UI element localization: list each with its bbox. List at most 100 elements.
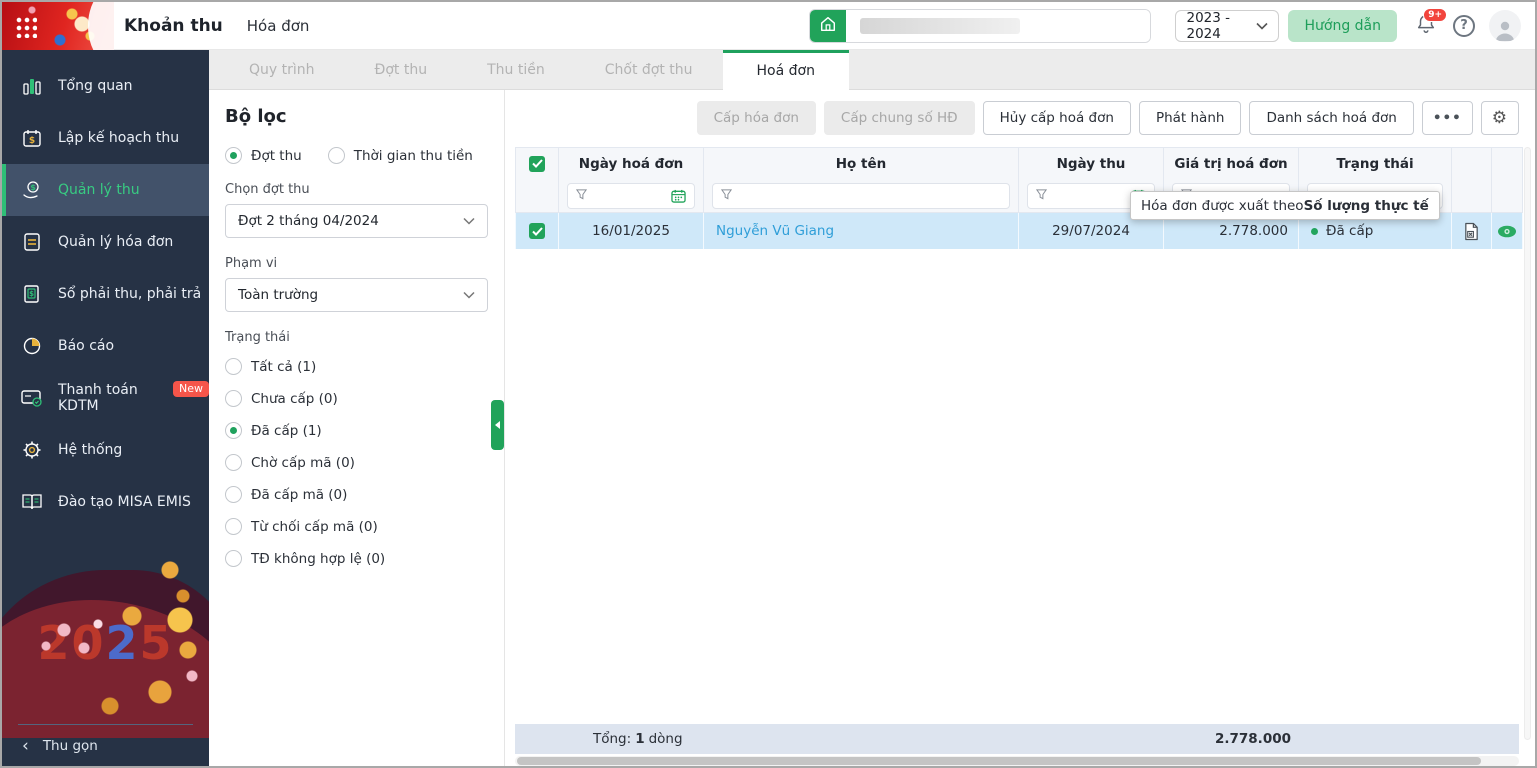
table-settings-button[interactable]: ⚙ bbox=[1480, 101, 1519, 135]
issue-invoice-button: Cấp hóa đơn bbox=[696, 101, 816, 135]
tab-hoa-don[interactable]: Hoá đơn bbox=[722, 50, 849, 90]
check-icon bbox=[531, 159, 543, 168]
tab-thu-tien[interactable]: Thu tiền bbox=[457, 50, 575, 89]
horizontal-scrollbar-thumb[interactable] bbox=[517, 757, 1481, 765]
sidebar-item-label: Hệ thống bbox=[58, 442, 123, 458]
radio-label: TĐ không hợp lệ (0) bbox=[251, 550, 386, 567]
sidebar-item-he-thong[interactable]: Hệ thống bbox=[2, 424, 209, 476]
full-name-filter-input[interactable] bbox=[712, 182, 1010, 209]
status-dot-icon bbox=[1311, 227, 1318, 235]
eye-icon[interactable] bbox=[1497, 225, 1517, 238]
sidebar-item-quan-ly-hoa-don[interactable]: Quản lý hóa đơn bbox=[2, 216, 209, 268]
more-actions-button[interactable]: ••• bbox=[1421, 101, 1473, 135]
radio-tu-choi-cap-ma[interactable]: Từ chối cấp mã (0) bbox=[225, 518, 488, 535]
home-button[interactable] bbox=[810, 9, 847, 42]
chevron-down-icon bbox=[1256, 18, 1269, 34]
school-search-input[interactable] bbox=[846, 9, 1151, 42]
radio-thoi-gian-thu-tien[interactable]: Thời gian thu tiền bbox=[327, 147, 473, 164]
school-year-value: 2023 - 2024 bbox=[1186, 9, 1231, 42]
select-all-checkbox[interactable] bbox=[529, 155, 545, 172]
collapse-label: Thu gọn bbox=[42, 738, 98, 754]
filter-panel: Bộ lọc Đợt thu Thời gian thu tiền Chọn đ… bbox=[209, 90, 505, 766]
filter-title: Bộ lọc bbox=[225, 106, 287, 127]
radio-label: Từ chối cấp mã (0) bbox=[251, 518, 378, 535]
tet-decoration: 2025 bbox=[2, 554, 209, 738]
sidebar-item-label: Tổng quan bbox=[58, 78, 133, 94]
filter-doc-cell bbox=[1452, 179, 1492, 212]
sidebar-item-label: Báo cáo bbox=[58, 338, 115, 354]
radio-td-khong-hop-le[interactable]: TĐ không hợp lệ (0) bbox=[225, 550, 488, 567]
tab-quy-trinh[interactable]: Quy trình bbox=[219, 50, 345, 89]
sidebar-item-dao-tao[interactable]: Đào tạo MISA EMIS bbox=[2, 476, 209, 528]
column-header-full-name: Họ tên bbox=[704, 148, 1019, 179]
ledger-dollar-icon: $ bbox=[20, 284, 44, 304]
toolbar: Cấp hóa đơn Cấp chung số HĐ Hủy cấp hoá … bbox=[696, 101, 1519, 135]
radio-label: Đã cấp (1) bbox=[251, 422, 322, 439]
row-checkbox[interactable] bbox=[529, 223, 545, 239]
radio-chua-cap[interactable]: Chưa cấp (0) bbox=[225, 390, 488, 407]
svg-text:$: $ bbox=[29, 136, 35, 146]
sidebar-divider bbox=[18, 724, 193, 725]
guide-button[interactable]: Hướng dẫn bbox=[1288, 9, 1397, 42]
radio-da-cap[interactable]: Đã cấp (1) bbox=[225, 422, 488, 439]
tab-dot-thu[interactable]: Đợt thu bbox=[345, 50, 458, 89]
redacted-school-name bbox=[860, 17, 1021, 34]
tooltip-bold-text: Số lượng thực tế bbox=[1303, 197, 1429, 214]
scope-select[interactable]: Toàn trường bbox=[225, 278, 488, 312]
total-amount: 2.778.000 bbox=[1214, 731, 1291, 747]
funnel-icon bbox=[720, 188, 733, 204]
radio-label: Đã cấp mã (0) bbox=[251, 486, 348, 503]
sidebar-item-so-phai-thu[interactable]: $ Sổ phải thu, phải trả bbox=[2, 268, 209, 320]
radio-cho-cap-ma[interactable]: Chờ cấp mã (0) bbox=[225, 454, 488, 471]
person-icon bbox=[1496, 21, 1514, 41]
batch-select[interactable]: Đợt 2 tháng 04/2024 bbox=[225, 204, 488, 238]
invoice-list-button[interactable]: Danh sách hoá đơn bbox=[1249, 101, 1414, 135]
sidebar-item-label: Quản lý thu bbox=[58, 182, 140, 198]
radio-tat-ca[interactable]: Tất cả (1) bbox=[225, 358, 488, 375]
sidebar-item-lap-ke-hoach-thu[interactable]: $ Lập kế hoạch thu bbox=[2, 112, 209, 164]
radio-dot-thu[interactable]: Đợt thu bbox=[225, 147, 302, 164]
radio-da-cap-ma[interactable]: Đã cấp mã (0) bbox=[225, 486, 488, 503]
scope-label: Phạm vi bbox=[225, 256, 278, 271]
cell-doc bbox=[1452, 213, 1492, 249]
issue-shared-number-button: Cấp chung số HĐ bbox=[823, 101, 975, 135]
row-checkbox-cell bbox=[515, 213, 559, 249]
sidebar-collapse-button[interactable]: ‹ Thu gọn bbox=[2, 726, 209, 766]
notifications-button[interactable]: 9+ bbox=[1411, 7, 1447, 41]
table-footer: Tổng: 1 dòng 2.778.000 bbox=[515, 724, 1519, 754]
filter-checkbox-cell bbox=[515, 179, 559, 212]
app-title: Khoản thu bbox=[124, 15, 223, 36]
gear-icon: ⚙ bbox=[1491, 107, 1508, 128]
sidebar-item-bao-cao[interactable]: Báo cáo bbox=[2, 320, 209, 372]
funnel-icon bbox=[575, 188, 588, 204]
invoice-date-filter-input[interactable] bbox=[567, 182, 695, 209]
publish-button[interactable]: Phát hành bbox=[1138, 101, 1242, 135]
student-name-link[interactable]: Nguyễn Vũ Giang bbox=[716, 223, 834, 239]
sidebar-nav: Tổng quan $ Lập kế hoạch thu $ Quản lý t… bbox=[2, 50, 209, 528]
total-rows-count: 1 bbox=[635, 731, 645, 747]
filter-collapse-handle[interactable] bbox=[491, 400, 504, 450]
tooltip-text: Hóa đơn được xuất theo bbox=[1141, 197, 1304, 214]
app-launcher-icon[interactable] bbox=[15, 15, 37, 38]
xml-file-icon[interactable] bbox=[1463, 222, 1480, 241]
chevron-left-icon: ‹ bbox=[22, 735, 29, 756]
header-checkbox-cell bbox=[515, 148, 559, 179]
tab-chot-dot-thu[interactable]: Chốt đợt thu bbox=[575, 50, 723, 89]
radio-icon bbox=[225, 454, 242, 471]
sidebar-item-thanh-toan-kdtm[interactable]: Thanh toán KDTM New bbox=[2, 372, 209, 424]
avatar[interactable] bbox=[1489, 9, 1521, 42]
home-icon bbox=[819, 15, 837, 37]
coins-blossoms-art bbox=[2, 554, 209, 726]
school-year-select[interactable]: 2023 - 2024 bbox=[1175, 9, 1280, 42]
help-button[interactable]: ? bbox=[1453, 14, 1475, 37]
column-header-status: Trạng thái bbox=[1299, 148, 1452, 179]
funnel-icon bbox=[1035, 188, 1048, 204]
cancel-invoice-button[interactable]: Hủy cấp hoá đơn bbox=[982, 101, 1131, 135]
vertical-scrollbar[interactable] bbox=[1524, 147, 1531, 740]
calendar-icon[interactable] bbox=[671, 189, 686, 203]
sidebar-item-quan-ly-thu[interactable]: $ Quản lý thu bbox=[2, 164, 209, 216]
status-text: Đã cấp bbox=[1326, 223, 1374, 239]
sidebar-item-tong-quan[interactable]: Tổng quan bbox=[2, 60, 209, 112]
cell-view bbox=[1492, 213, 1523, 249]
total-rows-label: Tổng: 1 dòng bbox=[593, 731, 683, 747]
